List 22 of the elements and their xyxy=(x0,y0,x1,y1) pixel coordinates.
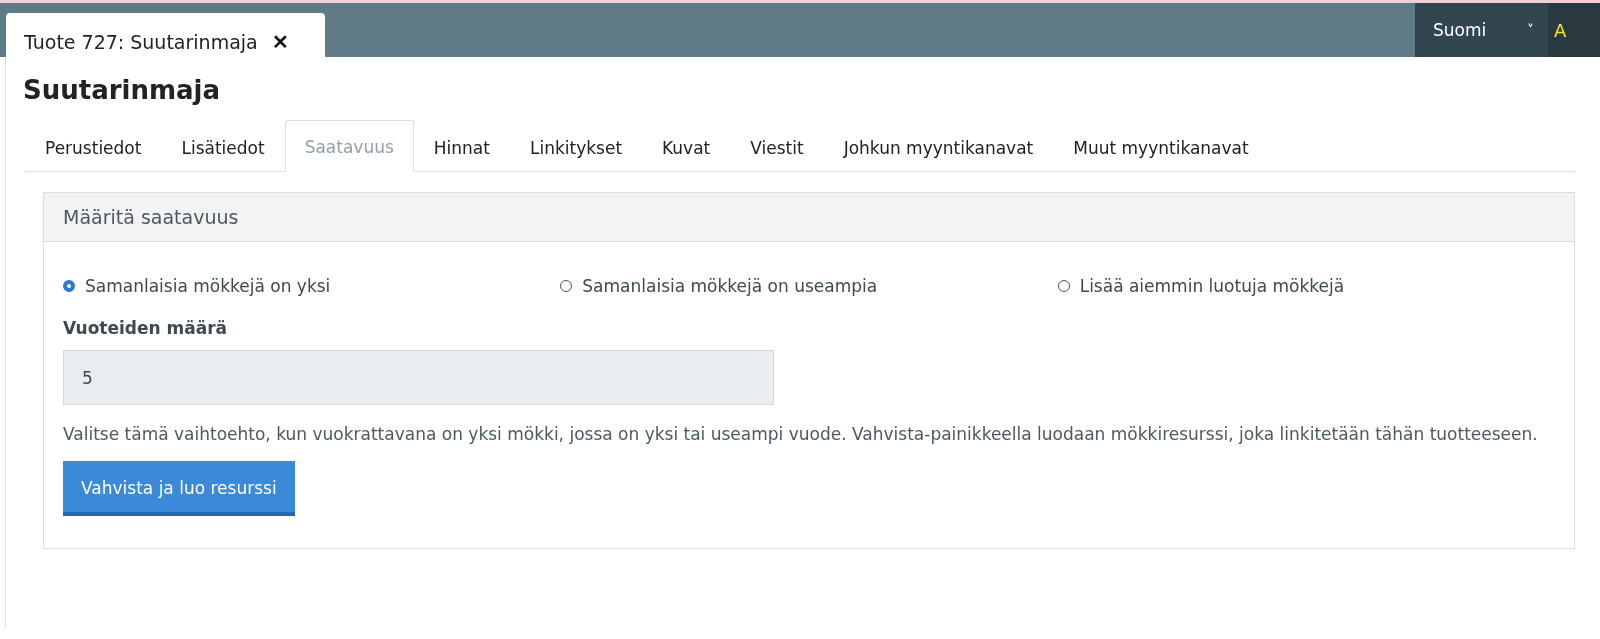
tab[interactable]: Johkun myyntikanavat xyxy=(823,120,1054,172)
language-dropdown[interactable]: Suomi ˅ xyxy=(1415,3,1548,57)
radio-label[interactable]: Samanlaisia mökkejä on yksi xyxy=(85,276,331,296)
tab[interactable]: Viestit xyxy=(730,120,824,172)
close-button[interactable]: ✕ xyxy=(271,30,289,54)
radio-label[interactable]: Lisää aiemmin luotuja mökkejä xyxy=(1079,276,1345,296)
document-tab-title: Tuote 727: Suutarinmaja xyxy=(24,31,258,53)
tab[interactable]: Linkitykset xyxy=(509,120,643,172)
radio-label[interactable]: Samanlaisia mökkejä on useampia xyxy=(582,276,878,296)
user-menu[interactable]: A xyxy=(1548,3,1600,57)
input-field[interactable]: 5 xyxy=(63,350,774,405)
field-label: Vuoteiden määrä xyxy=(63,318,229,338)
page-title: Suutarinmaja xyxy=(23,75,222,105)
tab[interactable]: Lisätiedot xyxy=(161,120,285,172)
radio-button[interactable] xyxy=(63,280,75,292)
tab[interactable]: Muut myyntikanavat xyxy=(1053,120,1269,172)
help-text: Valitse tämä vaihtoehto, kun vuokrattavana on yksi mökki, jossa on yksi tai useampi vuode. Vahvista-painikkeella luodaan mökkiresurssi, joka linkitetään tähän tuotteeseen. xyxy=(63,423,1539,446)
panel-heading: Määritä saatavuus xyxy=(44,193,1574,242)
tab[interactable]: Perustiedot xyxy=(25,120,162,172)
tab[interactable]: Hinnat xyxy=(413,120,510,172)
tab[interactable]: Kuvat xyxy=(642,120,731,172)
confirm-button[interactable]: Vahvista ja luo resurssi xyxy=(63,461,295,516)
